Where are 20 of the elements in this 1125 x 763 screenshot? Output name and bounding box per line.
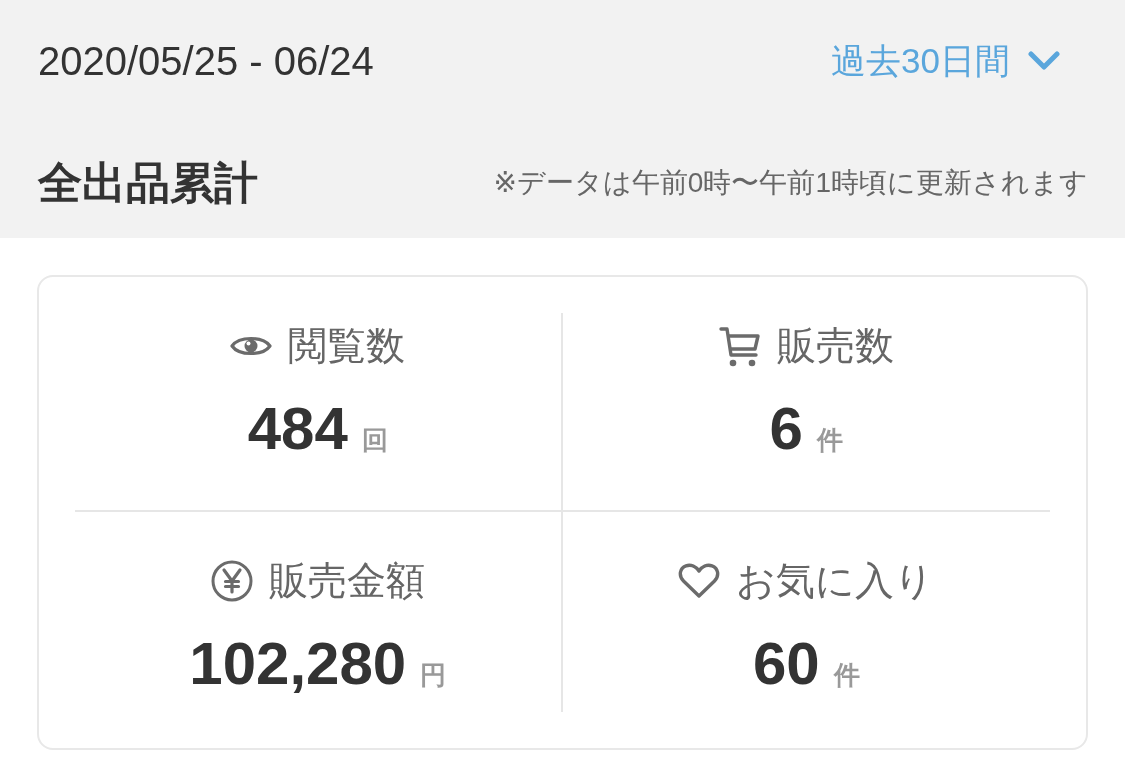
stat-label: 販売金額 <box>268 558 425 604</box>
stat-unit: 円 <box>420 659 447 692</box>
stat-value: 102,280 <box>189 634 407 694</box>
heart-icon <box>678 563 721 599</box>
stat-value: 60 <box>752 634 820 694</box>
yen-coin-icon <box>210 560 253 602</box>
stat-unit: 回 <box>361 424 388 457</box>
chevron-down-icon <box>1028 50 1060 72</box>
period-dropdown[interactable]: 過去30日間 <box>831 37 1088 85</box>
stat-unit: 件 <box>833 659 860 692</box>
update-note: ※データは午前0時〜午前1時頃に更新されます <box>493 166 1088 200</box>
date-range: 2020/05/25 - 06/24 <box>38 38 374 84</box>
section-title: 全出品累計 <box>38 156 258 209</box>
stat-unit: 件 <box>816 424 843 457</box>
stat-value: 6 <box>769 399 803 459</box>
stat-label: お気に入り <box>736 558 935 604</box>
stat-label: 閲覧数 <box>288 323 406 369</box>
stat-label: 販売数 <box>776 323 894 369</box>
stat-value: 484 <box>247 399 348 459</box>
shopping-cart-icon <box>718 325 761 367</box>
